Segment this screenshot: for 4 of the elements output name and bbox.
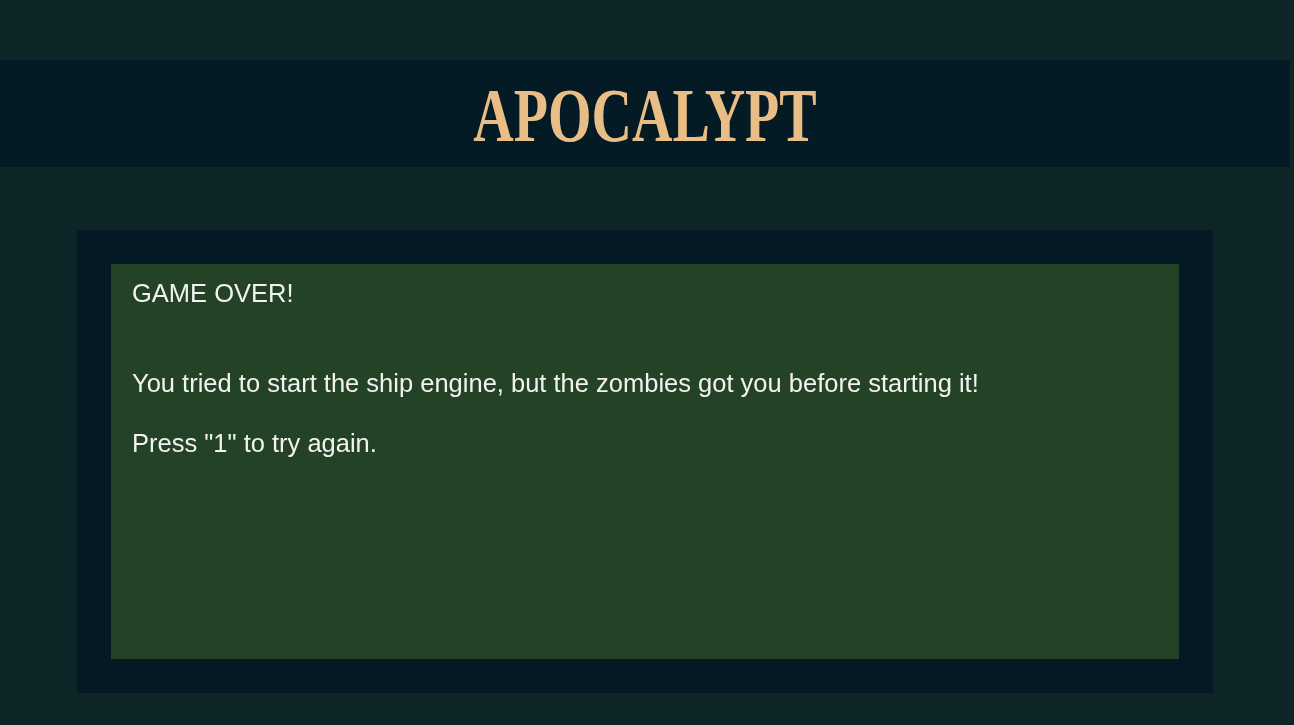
logo: APOCALYPT: [473, 74, 817, 153]
story-text: You tried to start the ship engine, but the zombies got you before starting it!: [132, 369, 979, 398]
story-text: Press "1" to try again.: [132, 429, 377, 458]
game-over-heading: GAME OVER!: [132, 279, 294, 308]
